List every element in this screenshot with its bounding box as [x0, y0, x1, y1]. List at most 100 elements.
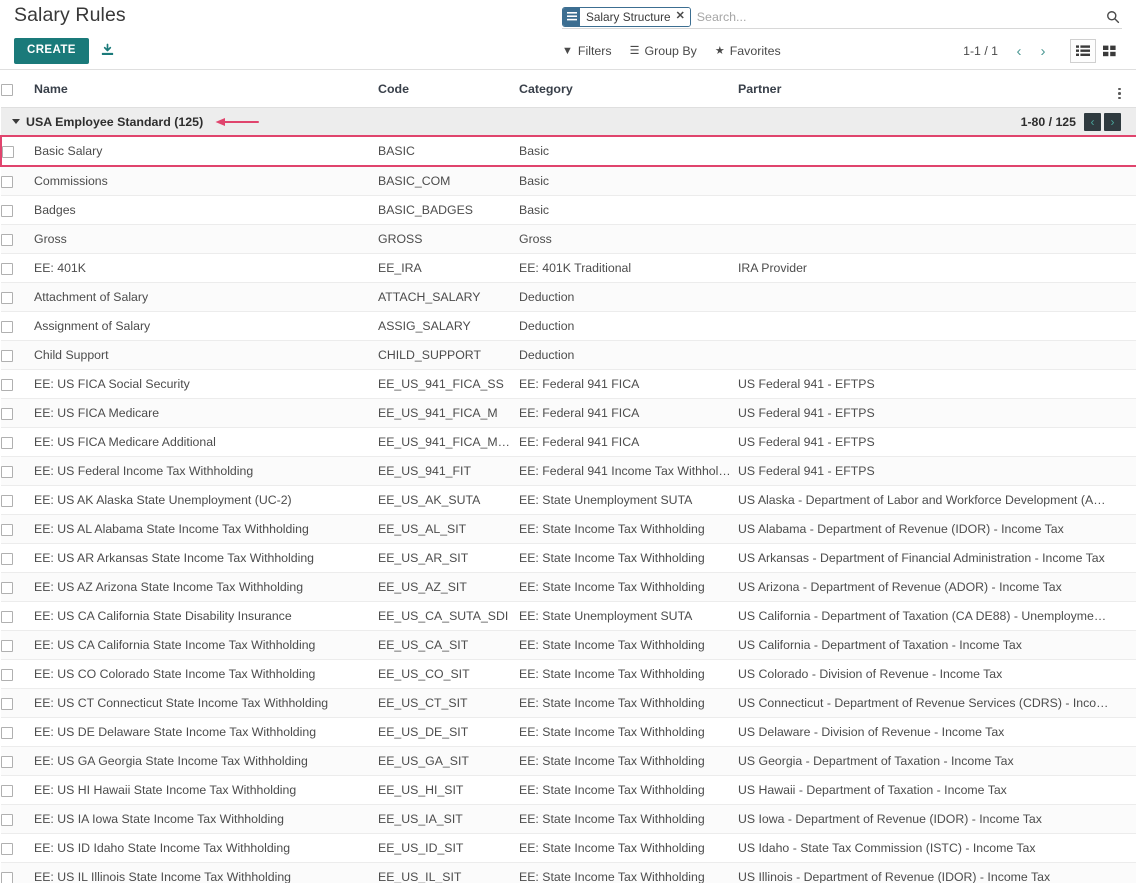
row-checkbox[interactable] — [1, 378, 13, 391]
column-header-category[interactable]: Category — [519, 71, 738, 108]
row-checkbox[interactable] — [1, 581, 13, 594]
row-checkbox[interactable] — [1, 233, 13, 246]
row-checkbox[interactable] — [1, 349, 13, 362]
column-header-code[interactable]: Code — [378, 71, 519, 108]
create-button[interactable]: CREATE — [14, 38, 89, 64]
favorites-menu-toggle[interactable]: ★ Favorites — [715, 44, 781, 58]
row-checkbox[interactable] — [1, 494, 13, 507]
group-pager-next-button[interactable]: › — [1104, 112, 1121, 131]
row-options-cell — [1114, 746, 1136, 776]
row-options-cell — [1114, 311, 1136, 341]
table-row[interactable]: EE: US HI Hawaii State Income Tax Withho… — [1, 775, 1136, 805]
table-row[interactable]: EE: US AK Alaska State Unemployment (UC-… — [1, 485, 1136, 515]
table-row[interactable]: EE: US CA California State Income Tax Wi… — [1, 630, 1136, 660]
cell-category: Deduction — [519, 311, 738, 341]
cell-name: Child Support — [34, 340, 378, 370]
row-checkbox[interactable] — [1, 842, 13, 855]
row-options-cell — [1114, 340, 1136, 370]
table-row[interactable]: EE: US CT Connecticut State Income Tax W… — [1, 688, 1136, 718]
list-view-icon[interactable] — [1070, 39, 1096, 63]
row-checkbox[interactable] — [1, 784, 13, 797]
group-pager-previous-button[interactable]: ‹ — [1084, 112, 1101, 131]
table-row[interactable]: Basic Salary BASIC Basic — [0, 135, 1136, 167]
table-row[interactable]: EE: US AR Arkansas State Income Tax With… — [1, 543, 1136, 573]
table-row[interactable]: EE: US IL Illinois State Income Tax With… — [1, 862, 1136, 883]
row-checkbox[interactable] — [1, 291, 13, 304]
table-row[interactable]: EE: US FICA Social Security EE_US_941_FIC… — [1, 369, 1136, 399]
table-row[interactable]: Gross GROSS Gross — [1, 224, 1136, 254]
search-input[interactable] — [690, 6, 1100, 27]
filters-menu-toggle[interactable]: ▼ Filters — [562, 44, 612, 58]
facet-remove-icon[interactable]: ✕ — [676, 11, 685, 22]
cell-category: Basic — [519, 135, 738, 167]
cell-code: EE_US_AR_SIT — [378, 543, 519, 573]
vertical-dots-icon[interactable] — [1114, 87, 1125, 99]
table-row[interactable]: EE: US Federal Income Tax Withholding EE_… — [1, 456, 1136, 486]
table-row[interactable]: EE: US DE Delaware State Income Tax With… — [1, 717, 1136, 747]
select-all-checkbox[interactable] — [1, 83, 13, 96]
table-row[interactable]: Attachment of Salary ATTACH_SALARY Deducti… — [1, 282, 1136, 312]
table-row[interactable]: EE: US GA Georgia State Income Tax Withh… — [1, 746, 1136, 776]
cell-name: Commissions — [34, 166, 378, 196]
row-checkbox[interactable] — [1, 262, 13, 275]
row-checkbox[interactable] — [1, 697, 13, 710]
row-checkbox[interactable] — [1, 639, 13, 652]
row-options-cell — [1114, 543, 1136, 573]
table-row[interactable]: EE: US FICA Medicare Additional EE_US_941… — [1, 427, 1136, 457]
table-row[interactable]: Child Support CHILD_SUPPORT Deduction — [1, 340, 1136, 370]
table-row[interactable]: EE: US CO Colorado State Income Tax With… — [1, 659, 1136, 689]
table-row[interactable]: EE: 401K EE_IRA EE: 401K Traditional IRA Pr… — [1, 253, 1136, 283]
row-checkbox[interactable] — [1, 726, 13, 739]
star-icon: ★ — [714, 44, 725, 57]
table-row[interactable]: EE: US AZ Arizona State Income Tax Withh… — [1, 572, 1136, 602]
red-arrow-annotation — [214, 116, 260, 128]
pager-next-button[interactable]: › — [1032, 40, 1054, 62]
cell-partner: US Alaska - Department of Labor and Work… — [738, 485, 1114, 515]
row-checkbox[interactable] — [1, 175, 13, 188]
control-panel: Salary Rules CREATE Salary Structure ✕ S… — [0, 0, 1136, 70]
group-pager: 1-80 / 125 ‹ › — [1021, 112, 1133, 131]
table-row[interactable]: EE: US FICA Medicare EE_US_941_FICA_M EE: … — [1, 398, 1136, 428]
table-row[interactable]: EE: US CA California State Disability In… — [1, 601, 1136, 631]
cell-name: EE: US FICA Medicare Additional — [34, 427, 378, 457]
cell-code: EE_US_HI_SIT — [378, 775, 519, 805]
row-checkbox[interactable] — [1, 871, 13, 883]
group-collapse-caret-icon[interactable] — [12, 119, 20, 124]
row-checkbox[interactable] — [1, 610, 13, 623]
search-dropdown-menus: ▼ Filters ☰ Group By ★ Favorites — [562, 44, 781, 58]
table-row[interactable]: EE: US AL Alabama State Income Tax Withh… — [1, 514, 1136, 544]
row-checkbox[interactable] — [1, 204, 13, 217]
search-icon[interactable] — [1104, 8, 1122, 26]
table-row[interactable]: EE: US IA Iowa State Income Tax Withhold… — [1, 804, 1136, 834]
table-row[interactable]: EE: US ID Idaho State Income Tax Withhol… — [1, 833, 1136, 863]
search-facet-salary-structure[interactable]: Salary Structure ✕ — [562, 6, 691, 27]
table-row[interactable]: Badges BASIC_BADGES Basic — [1, 195, 1136, 225]
row-checkbox[interactable] — [1, 523, 13, 536]
row-checkbox[interactable] — [3, 145, 14, 158]
row-select-cell — [1, 456, 34, 486]
table-row[interactable]: Assignment of Salary ASSIG_SALARY Deductio… — [1, 311, 1136, 341]
row-select-cell — [1, 166, 34, 196]
upload-icon[interactable] — [99, 42, 117, 60]
column-header-name[interactable]: Name — [34, 71, 378, 108]
column-header-partner[interactable]: Partner — [738, 71, 1114, 108]
groupby-menu-toggle[interactable]: ☰ Group By — [630, 44, 697, 58]
pager-previous-button[interactable]: ‹ — [1008, 40, 1030, 62]
row-options-cell — [1114, 195, 1136, 225]
row-checkbox[interactable] — [1, 320, 13, 333]
table-row[interactable]: Commissions BASIC_COM Basic — [1, 166, 1136, 196]
row-checkbox[interactable] — [1, 552, 13, 565]
row-checkbox[interactable] — [1, 668, 13, 681]
cell-category: Basic — [519, 166, 738, 196]
row-options-cell — [1114, 659, 1136, 689]
kanban-view-icon[interactable] — [1096, 39, 1122, 63]
favorites-label: Favorites — [729, 44, 781, 58]
row-checkbox[interactable] — [1, 465, 13, 478]
row-checkbox[interactable] — [1, 813, 13, 826]
group-header-row[interactable]: USA Employee Standard (125) 1-80 / 125 ‹… — [1, 107, 1136, 137]
cell-category: EE: Federal 941 FICA — [519, 427, 738, 457]
row-checkbox[interactable] — [1, 407, 13, 420]
row-checkbox[interactable] — [1, 436, 13, 449]
groupby-label: Group By — [644, 44, 697, 58]
row-checkbox[interactable] — [1, 755, 13, 768]
